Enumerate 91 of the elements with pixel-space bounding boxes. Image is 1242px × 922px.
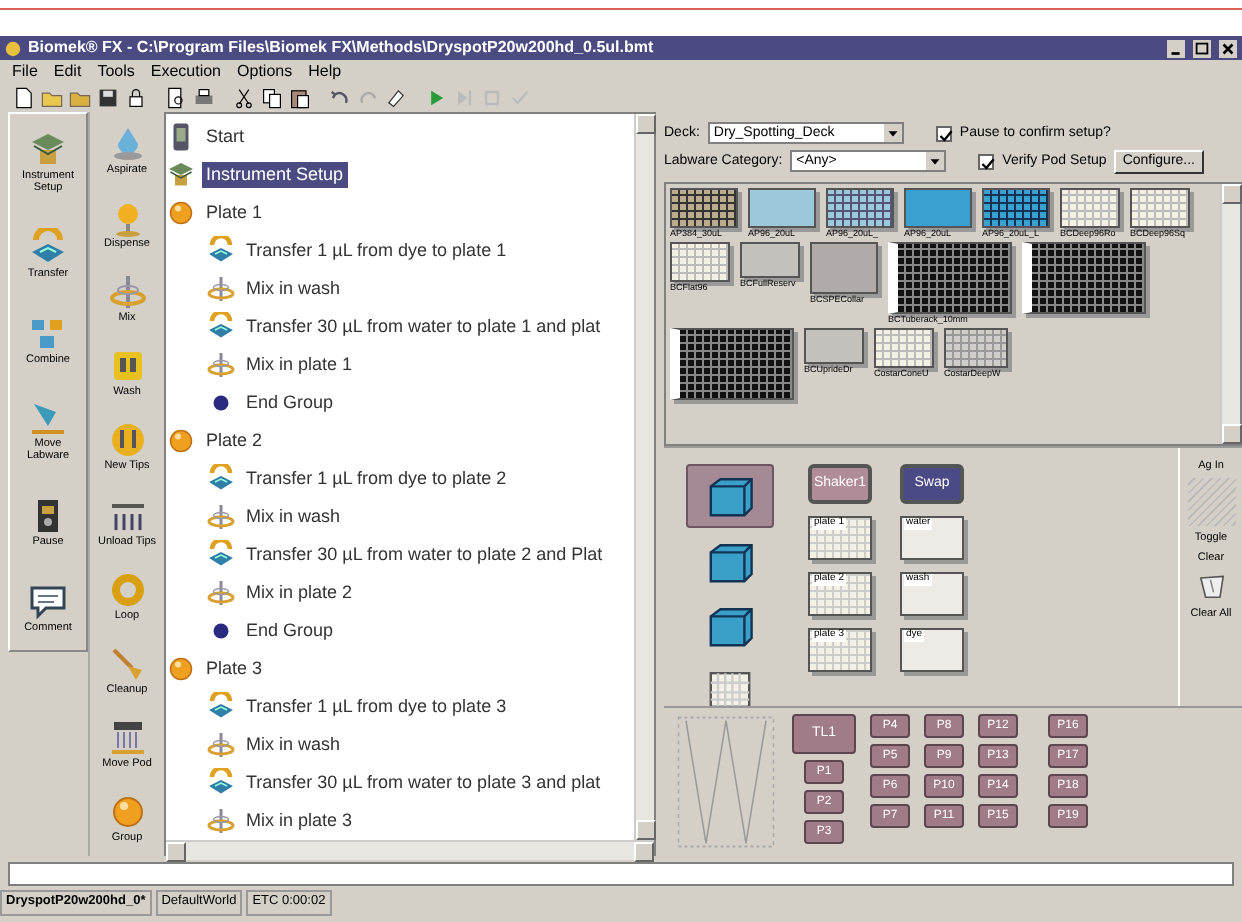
tree-item[interactable]: Plate 2: [202, 428, 267, 454]
save-icon[interactable]: [96, 86, 120, 110]
plate-arrow-icon: [206, 692, 236, 722]
checkmark-icon[interactable]: [508, 86, 532, 110]
print-preview-icon[interactable]: [164, 86, 188, 110]
maximize-button[interactable]: [1192, 39, 1212, 57]
broom-icon: [107, 643, 147, 684]
minimize-button[interactable]: [1166, 39, 1186, 57]
horizontal-scrollbar[interactable]: [166, 840, 654, 860]
tree-item[interactable]: Plate 3: [202, 656, 267, 682]
tree-item[interactable]: Mix in wash: [242, 276, 345, 302]
gantry-drawing: [676, 713, 776, 850]
plate-icon: [804, 327, 864, 364]
tree-item[interactable]: Instrument Setup: [202, 162, 348, 188]
pod-icon: [107, 718, 147, 759]
plate-icon: [904, 187, 972, 228]
checkmark-icon: [937, 127, 954, 144]
ball-icon: [107, 792, 147, 833]
tree-item[interactable]: Mix in wash: [242, 504, 345, 530]
swirl-icon: [206, 806, 236, 836]
grid-plate-icon: [1022, 241, 1146, 314]
lock-icon[interactable]: [124, 86, 148, 110]
tree-item[interactable]: Mix in plate 1: [242, 352, 357, 378]
tips-icon: [107, 420, 147, 461]
ball-icon: [166, 198, 196, 228]
plate-icon: [740, 241, 800, 278]
swirl-icon: [206, 274, 236, 304]
swirl-icon: [206, 350, 236, 380]
tree-item[interactable]: Transfer 1 µL from dye to plate 2: [242, 466, 511, 492]
tree-item[interactable]: Transfer 1 µL from dye to plate 3: [242, 694, 511, 720]
swirl-icon: [206, 502, 236, 532]
labware-tile[interactable]: [670, 327, 794, 400]
menu-item[interactable]: Edit: [53, 62, 82, 82]
grid-plate-icon: [1060, 187, 1120, 228]
swirl-icon: [107, 271, 147, 312]
grid-plate-icon: [888, 241, 1012, 314]
diamond-arrow-icon: [28, 398, 68, 439]
printer-icon[interactable]: [192, 86, 216, 110]
plate-icon: [748, 187, 816, 228]
hatched-area: [1187, 478, 1235, 527]
tree-item[interactable]: Transfer 1 µL from dye to plate 1: [242, 238, 511, 264]
tree-item[interactable]: Transfer 30 µL from water to plate 3 and plat: [242, 770, 605, 796]
new-file-icon[interactable]: [12, 86, 36, 110]
vertical-scrollbar[interactable]: [634, 114, 654, 840]
grid-plate-icon: [670, 187, 738, 228]
window-title: Biomek® FX - C:\Program Files\Biomek FX\Methods\DryspotP20w200hd_0.5ul.bmt: [28, 38, 656, 58]
checkmark-icon: [980, 155, 997, 172]
grid-plate-icon: [982, 187, 1050, 228]
vertical-scrollbar[interactable]: [1220, 183, 1240, 444]
tree-item[interactable]: Mix in plate 2: [242, 580, 357, 606]
app-icon: [4, 39, 22, 57]
plate-arrow-icon: [206, 768, 236, 798]
plate-arrow-icon: [206, 236, 236, 266]
menu-item[interactable]: Tools: [97, 62, 135, 82]
tree-item[interactable]: Plate 1: [202, 200, 267, 226]
menu-item[interactable]: Execution: [150, 62, 222, 82]
checkbox[interactable]: [978, 153, 995, 170]
grid-plate-icon: [826, 187, 894, 228]
ring-icon: [107, 569, 147, 610]
ball-icon: [166, 654, 196, 684]
deck-position[interactable]: [686, 463, 774, 528]
close-button[interactable]: [1218, 39, 1238, 57]
menu-item[interactable]: Options: [237, 62, 293, 82]
menu-item[interactable]: File: [12, 62, 38, 82]
plate-arrow-icon: [28, 227, 68, 268]
menu-item[interactable]: Help: [308, 62, 342, 82]
tree-item[interactable]: Mix in wash: [242, 732, 345, 758]
checkbox[interactable]: [935, 125, 952, 142]
grid-plate-icon: [670, 241, 730, 282]
swirl-icon: [206, 578, 236, 608]
tree-item[interactable]: Start: [202, 124, 249, 150]
tree-item[interactable]: End Group: [242, 390, 338, 416]
cut-icon[interactable]: [232, 86, 256, 110]
swirl-icon: [206, 730, 236, 760]
copy-icon[interactable]: [260, 86, 284, 110]
plate-arrow-icon: [206, 464, 236, 494]
plate-icon: [810, 241, 878, 294]
tree-item[interactable]: Mix in plate 3: [242, 808, 357, 834]
grid-plate-icon: [1130, 187, 1190, 228]
tree-item[interactable]: Transfer 30 µL from water to plate 2 and Plat: [242, 542, 607, 568]
plate-arrow-icon: [206, 540, 236, 570]
speech-bubble-icon: [28, 581, 68, 622]
tree-item[interactable]: Transfer 30 µL from water to plate 1 and plat: [242, 314, 605, 340]
grid-plate-icon: [670, 327, 794, 400]
grid-plate-icon: [944, 327, 1008, 368]
grid-plate-icon: [874, 327, 934, 368]
deck-icon: [166, 160, 196, 190]
paste-icon[interactable]: [288, 86, 312, 110]
plate-arrow-icon: [206, 312, 236, 342]
tree-item[interactable]: End Group: [242, 618, 338, 644]
ball-icon: [166, 426, 196, 456]
